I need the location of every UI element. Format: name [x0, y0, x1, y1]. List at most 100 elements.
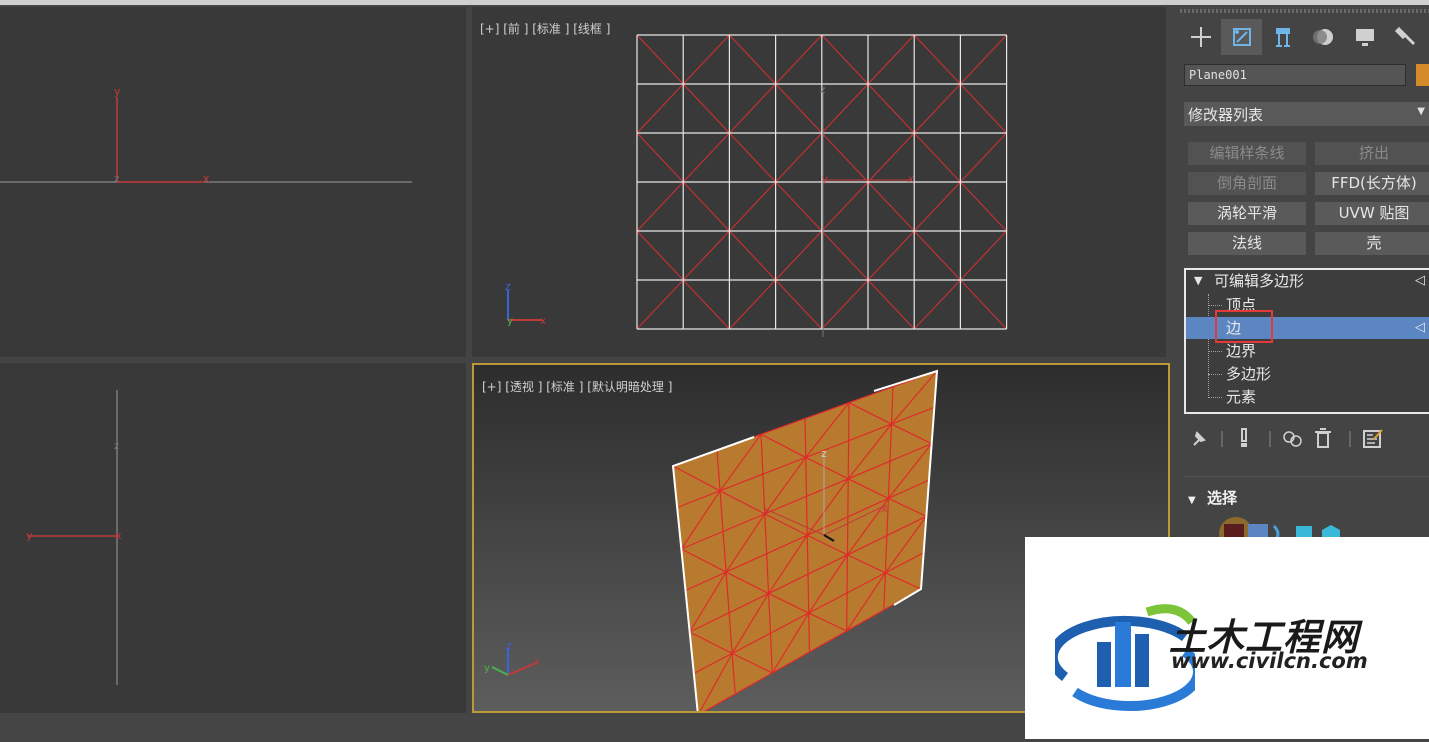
- selection-rollout-header[interactable]: ▼ 选择: [1184, 487, 1429, 509]
- pin-stack-icon: [1193, 431, 1206, 446]
- edge-diagonal: [728, 230, 777, 281]
- tab-hierarchy[interactable]: [1262, 19, 1303, 55]
- collapse-triangle-icon: ▼: [1188, 495, 1196, 506]
- tab-modify[interactable]: [1221, 19, 1262, 55]
- edge-diagonal: [913, 34, 961, 85]
- modifier-button[interactable]: 法线: [1188, 232, 1306, 255]
- modifier-button[interactable]: 壳: [1315, 232, 1429, 255]
- tripod-z-label: z: [506, 639, 512, 652]
- viewport-top[interactable]: y x z: [0, 7, 466, 357]
- x-axis-label: x: [203, 172, 210, 185]
- edge-diagonal: [682, 230, 730, 281]
- modifier-button[interactable]: UVW 贴图: [1315, 202, 1429, 225]
- stack-sub-object-label: 边界: [1226, 342, 1257, 360]
- edge-diagonal: [821, 132, 869, 183]
- panel-grip[interactable]: [1180, 9, 1429, 13]
- edge-diagonal: [821, 230, 869, 281]
- edge-diagonal: [959, 132, 1008, 183]
- edge-diagonal: [913, 279, 961, 330]
- edge-diagonal: [728, 34, 777, 85]
- edge-diagonal: [636, 230, 684, 281]
- edge-diagonal: [636, 181, 684, 232]
- edge-diagonal: [636, 132, 684, 183]
- edge-diagonal: [636, 279, 684, 330]
- tripod-y-line: [491, 666, 509, 676]
- left-view-canvas: y x z: [26, 390, 122, 685]
- chevron-down-icon: ▼: [1417, 106, 1425, 117]
- modifier-button[interactable]: FFD(长方体): [1315, 172, 1429, 195]
- annotation-highlight-box: [1215, 310, 1273, 343]
- z-gizmo-label: z: [820, 85, 825, 96]
- command-panel-tabs: [1180, 19, 1429, 55]
- edge-diagonal: [775, 230, 823, 281]
- edge-diagonal: [682, 34, 730, 85]
- watermark-url: www.civilcn.com: [1171, 649, 1368, 673]
- tab-create[interactable]: [1180, 19, 1221, 55]
- show-end-result-icon: [1241, 428, 1247, 447]
- edge-diagonal: [913, 230, 961, 281]
- tab-motion[interactable]: [1303, 19, 1344, 55]
- selection-rollout-label: 选择: [1206, 489, 1237, 507]
- edge-diagonal: [959, 279, 1008, 330]
- edge-diagonal: [775, 279, 823, 330]
- edge-diagonal: [728, 83, 777, 134]
- edge-diagonal: [867, 279, 915, 330]
- edge-diagonal: [728, 181, 777, 232]
- y-axis-label: y: [114, 85, 121, 98]
- modifier-list-label: 修改器列表: [1188, 106, 1264, 124]
- object-color-swatch[interactable]: [1416, 64, 1429, 86]
- collapse-triangle-icon[interactable]: ▼: [1194, 270, 1202, 292]
- viewport-front[interactable]: [+] [前 ] [标准 ] [线框 ] z y x z y x: [472, 7, 1166, 357]
- light-bulb-toggle-icon[interactable]: ◁: [1415, 317, 1425, 339]
- tripod-x-line: [507, 662, 537, 676]
- y-gizmo-label: y: [764, 503, 771, 516]
- modify-icon: [1232, 28, 1251, 46]
- plus-icon: [1190, 27, 1211, 47]
- edge-diagonal: [775, 83, 823, 134]
- configure-modifier-sets-icon: [1363, 429, 1383, 448]
- stack-sub-object-row[interactable]: 多边形: [1186, 363, 1429, 385]
- edge-diagonal: [682, 132, 730, 183]
- edge-diagonal: [913, 83, 961, 134]
- edge-diagonal: [821, 34, 869, 85]
- x-gizmo-label: x: [881, 502, 888, 515]
- front-view-canvas: z y x z y x: [505, 34, 1008, 337]
- edge-diagonal: [682, 279, 730, 330]
- utilities-icon: [1394, 26, 1415, 46]
- tripod-x-label: x: [540, 316, 546, 327]
- edge-diagonal: [775, 34, 823, 85]
- stack-sub-object-row[interactable]: 边界: [1186, 340, 1429, 362]
- y-axis-label: y: [26, 529, 33, 542]
- stack-sub-object-row[interactable]: 元素: [1186, 386, 1429, 408]
- modifier-button[interactable]: 倒角剖面: [1188, 172, 1306, 195]
- tab-display[interactable]: [1344, 19, 1385, 55]
- x-gizmo-label: x: [908, 174, 914, 185]
- tab-utilities[interactable]: [1385, 19, 1426, 55]
- modifier-button[interactable]: 涡轮平滑: [1188, 202, 1306, 225]
- tripod-z-label: z: [505, 280, 511, 293]
- edge-diagonal: [959, 83, 1008, 134]
- tripod-x-label: x: [534, 657, 540, 668]
- edge-diagonal: [867, 83, 915, 134]
- edge-diagonal: [775, 132, 823, 183]
- stack-tools-icons: [1193, 428, 1383, 448]
- edge-diagonal: [867, 181, 915, 232]
- top-toolbar-strip: [0, 0, 1429, 5]
- z-axis-label: z: [114, 174, 119, 185]
- modifier-list-dropdown[interactable]: 修改器列表 ▼: [1184, 102, 1429, 126]
- object-name-field[interactable]: Plane001: [1184, 64, 1406, 86]
- stack-root-row[interactable]: ▼ 可编辑多边形 ◁: [1186, 270, 1429, 292]
- stack-sub-object-label: 多边形: [1226, 365, 1272, 383]
- light-bulb-toggle-icon[interactable]: ◁: [1415, 270, 1425, 292]
- modifier-button[interactable]: 编辑样条线: [1188, 142, 1306, 165]
- viewport-left[interactable]: y x z: [0, 363, 466, 713]
- modifier-button[interactable]: 挤出: [1315, 142, 1429, 165]
- edge-diagonal: [728, 279, 777, 330]
- z-axis-label: z: [114, 441, 119, 452]
- edge-diagonal: [636, 83, 684, 134]
- edge-diagonal: [959, 34, 1008, 85]
- stack-tools: [1184, 425, 1429, 453]
- edge-diagonal: [821, 83, 869, 134]
- edge-diagonal: [636, 34, 684, 85]
- edge-diagonal: [821, 279, 869, 330]
